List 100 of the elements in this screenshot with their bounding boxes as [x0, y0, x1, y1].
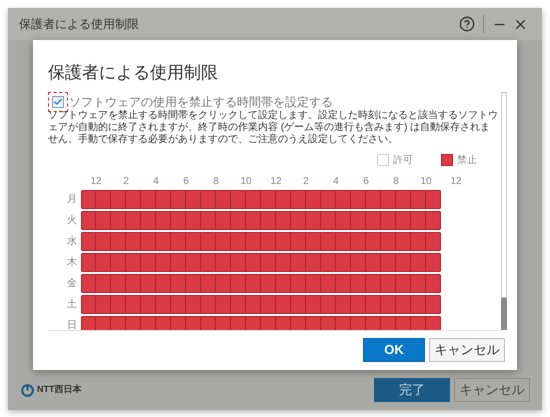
hour-cell[interactable]	[156, 295, 171, 314]
hour-cell[interactable]	[366, 295, 381, 314]
hour-cell[interactable]	[291, 190, 306, 209]
help-icon[interactable]	[459, 16, 475, 32]
hour-cell[interactable]	[426, 253, 441, 272]
ok-button[interactable]: OK	[363, 338, 425, 362]
hour-cell[interactable]	[231, 316, 246, 330]
hour-cell[interactable]	[396, 274, 411, 293]
hour-cell[interactable]	[171, 274, 186, 293]
hour-cell[interactable]	[231, 253, 246, 272]
cancel-button[interactable]: キャンセル	[429, 338, 505, 362]
hour-cell[interactable]	[351, 232, 366, 251]
hour-cell[interactable]	[156, 211, 171, 230]
hour-cell[interactable]	[81, 274, 96, 293]
hour-cell[interactable]	[426, 295, 441, 314]
hour-cell[interactable]	[261, 190, 276, 209]
hour-cell[interactable]	[246, 190, 261, 209]
hour-cell[interactable]	[231, 295, 246, 314]
hour-cell[interactable]	[246, 211, 261, 230]
hour-cell[interactable]	[186, 211, 201, 230]
hour-cell[interactable]	[276, 211, 291, 230]
hour-cell[interactable]	[306, 316, 321, 330]
hour-cell[interactable]	[411, 190, 426, 209]
hour-cell[interactable]	[336, 190, 351, 209]
hour-cell[interactable]	[291, 295, 306, 314]
hour-cell[interactable]	[321, 253, 336, 272]
hour-cell[interactable]	[336, 316, 351, 330]
hour-cell[interactable]	[96, 274, 111, 293]
hour-cell[interactable]	[96, 190, 111, 209]
hour-cell[interactable]	[381, 253, 396, 272]
hour-cell[interactable]	[396, 295, 411, 314]
hour-cell[interactable]	[96, 232, 111, 251]
hour-cell[interactable]	[156, 274, 171, 293]
hour-cell[interactable]	[141, 190, 156, 209]
hour-cell[interactable]	[111, 274, 126, 293]
hour-cell[interactable]	[156, 316, 171, 330]
hour-cell[interactable]	[411, 253, 426, 272]
hour-cell[interactable]	[411, 316, 426, 330]
hour-cell[interactable]	[216, 232, 231, 251]
hour-cell[interactable]	[126, 232, 141, 251]
hour-cell[interactable]	[336, 295, 351, 314]
hour-cell[interactable]	[216, 253, 231, 272]
hour-cell[interactable]	[126, 295, 141, 314]
hour-cell[interactable]	[216, 190, 231, 209]
hour-cell[interactable]	[126, 316, 141, 330]
hour-cell[interactable]	[321, 190, 336, 209]
hour-cell[interactable]	[351, 316, 366, 330]
hour-cell[interactable]	[291, 232, 306, 251]
hour-cell[interactable]	[366, 316, 381, 330]
hour-cell[interactable]	[171, 316, 186, 330]
hour-cell[interactable]	[201, 211, 216, 230]
hour-cell[interactable]	[216, 316, 231, 330]
done-button[interactable]: 完了	[374, 378, 450, 402]
hour-cell[interactable]	[396, 190, 411, 209]
hour-cell[interactable]	[276, 316, 291, 330]
hour-cell[interactable]	[126, 253, 141, 272]
hour-cell[interactable]	[366, 232, 381, 251]
hour-cell[interactable]	[321, 295, 336, 314]
hour-cell[interactable]	[321, 316, 336, 330]
hour-cell[interactable]	[261, 295, 276, 314]
hour-cell[interactable]	[411, 274, 426, 293]
hour-cell[interactable]	[111, 316, 126, 330]
hour-cell[interactable]	[411, 295, 426, 314]
hour-cell[interactable]	[261, 211, 276, 230]
hour-cell[interactable]	[366, 274, 381, 293]
hour-cell[interactable]	[96, 211, 111, 230]
hour-cell[interactable]	[111, 190, 126, 209]
hour-cell[interactable]	[111, 232, 126, 251]
hour-cell[interactable]	[291, 253, 306, 272]
hour-cell[interactable]	[96, 253, 111, 272]
hour-cell[interactable]	[171, 253, 186, 272]
hour-cell[interactable]	[201, 274, 216, 293]
hour-cell[interactable]	[366, 211, 381, 230]
hour-cell[interactable]	[381, 316, 396, 330]
hour-cell[interactable]	[306, 232, 321, 251]
hour-cell[interactable]	[351, 295, 366, 314]
hour-cell[interactable]	[231, 274, 246, 293]
hour-cell[interactable]	[321, 211, 336, 230]
hour-cell[interactable]	[366, 253, 381, 272]
hour-cell[interactable]	[276, 253, 291, 272]
hour-cell[interactable]	[336, 274, 351, 293]
hour-cell[interactable]	[381, 232, 396, 251]
hour-cell[interactable]	[141, 211, 156, 230]
hour-cell[interactable]	[201, 190, 216, 209]
hour-cell[interactable]	[201, 253, 216, 272]
hour-cell[interactable]	[141, 274, 156, 293]
hour-cell[interactable]	[81, 295, 96, 314]
hour-cell[interactable]	[246, 253, 261, 272]
hour-cell[interactable]	[291, 274, 306, 293]
hour-cell[interactable]	[351, 190, 366, 209]
hour-cell[interactable]	[81, 253, 96, 272]
hour-cell[interactable]	[201, 316, 216, 330]
hour-cell[interactable]	[126, 274, 141, 293]
hour-cell[interactable]	[186, 316, 201, 330]
hour-cell[interactable]	[156, 190, 171, 209]
hour-cell[interactable]	[351, 211, 366, 230]
hour-cell[interactable]	[171, 232, 186, 251]
hour-cell[interactable]	[246, 295, 261, 314]
hour-cell[interactable]	[261, 316, 276, 330]
hour-cell[interactable]	[261, 232, 276, 251]
